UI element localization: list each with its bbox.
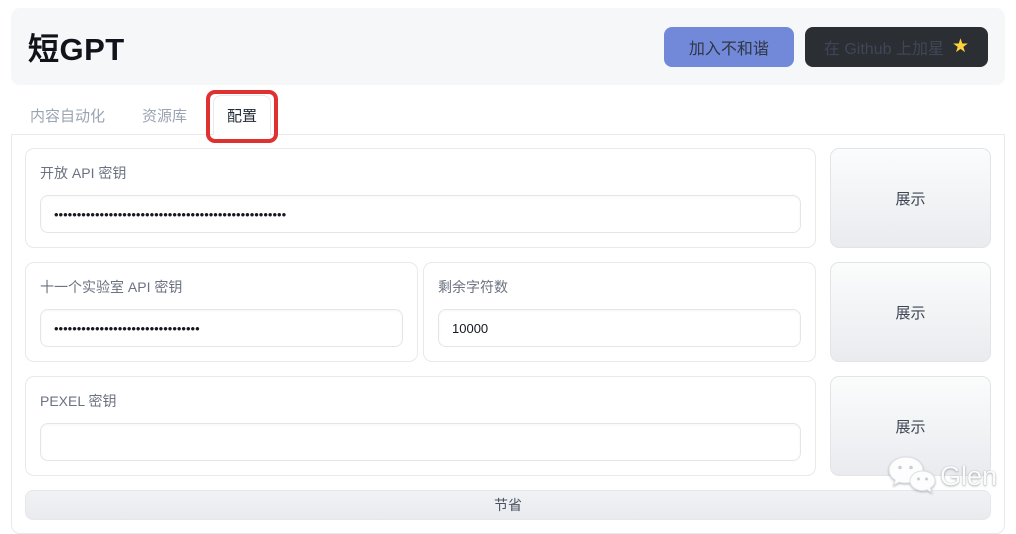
- remaining-characters-label: 剩余字符数: [438, 279, 508, 295]
- tab-content-automation[interactable]: 内容自动化: [19, 95, 116, 135]
- tab-settings-label: 配置: [227, 108, 258, 125]
- show-openai-key-button[interactable]: 展示: [830, 148, 991, 248]
- openai-key-row: 开放 API 密钥 展示: [25, 148, 991, 248]
- openai-key-row-main: 开放 API 密钥: [25, 148, 816, 248]
- show-elevenlabs-key-button[interactable]: 展示: [830, 262, 991, 362]
- tab-bar: 内容自动化 资源库 配置: [11, 90, 1005, 143]
- elevenlabs-key-group: 十一个实验室 API 密钥: [25, 262, 418, 362]
- elevenlabs-key-input[interactable]: [40, 309, 403, 347]
- openai-key-group: 开放 API 密钥: [25, 148, 816, 248]
- page: 短GPT 加入不和谐 在 Github 上加星 ★ 内容自动化 资源库 配置 开…: [0, 0, 1016, 534]
- join-discord-button[interactable]: 加入不和谐: [663, 26, 794, 67]
- pexels-key-row-main: PEXEL 密钥: [25, 376, 816, 476]
- github-star-button[interactable]: 在 Github 上加星 ★: [804, 26, 988, 67]
- tab-resource-library[interactable]: 资源库: [131, 95, 198, 135]
- show-pexels-key-button[interactable]: 展示: [830, 376, 991, 476]
- pexels-key-row: PEXEL 密钥 展示: [25, 376, 991, 476]
- header-actions: 加入不和谐 在 Github 上加星 ★: [663, 26, 988, 67]
- pexels-key-label: PEXEL 密钥: [40, 393, 117, 409]
- save-button[interactable]: 节省: [25, 490, 991, 520]
- settings-panel: 开放 API 密钥 展示 十一个实验室 API 密钥 剩余字符数 展示: [11, 134, 1005, 534]
- openai-key-input[interactable]: [40, 195, 801, 233]
- tab-settings[interactable]: 配置: [206, 90, 279, 143]
- github-star-button-label: 在 Github 上加星: [823, 40, 944, 58]
- app-header: 短GPT 加入不和谐 在 Github 上加星 ★: [11, 8, 1005, 85]
- elevenlabs-row-main: 十一个实验室 API 密钥 剩余字符数: [25, 262, 816, 362]
- openai-key-label: 开放 API 密钥: [40, 165, 127, 181]
- pexels-key-group: PEXEL 密钥: [25, 376, 816, 476]
- elevenlabs-row: 十一个实验室 API 密钥 剩余字符数 展示: [25, 262, 991, 362]
- star-icon: ★: [951, 36, 969, 57]
- page-title: 短GPT: [28, 32, 125, 67]
- elevenlabs-key-label: 十一个实验室 API 密钥: [40, 279, 183, 295]
- pexels-key-input[interactable]: [40, 423, 801, 461]
- remaining-characters-group: 剩余字符数: [423, 262, 816, 362]
- remaining-characters-input[interactable]: [438, 309, 801, 347]
